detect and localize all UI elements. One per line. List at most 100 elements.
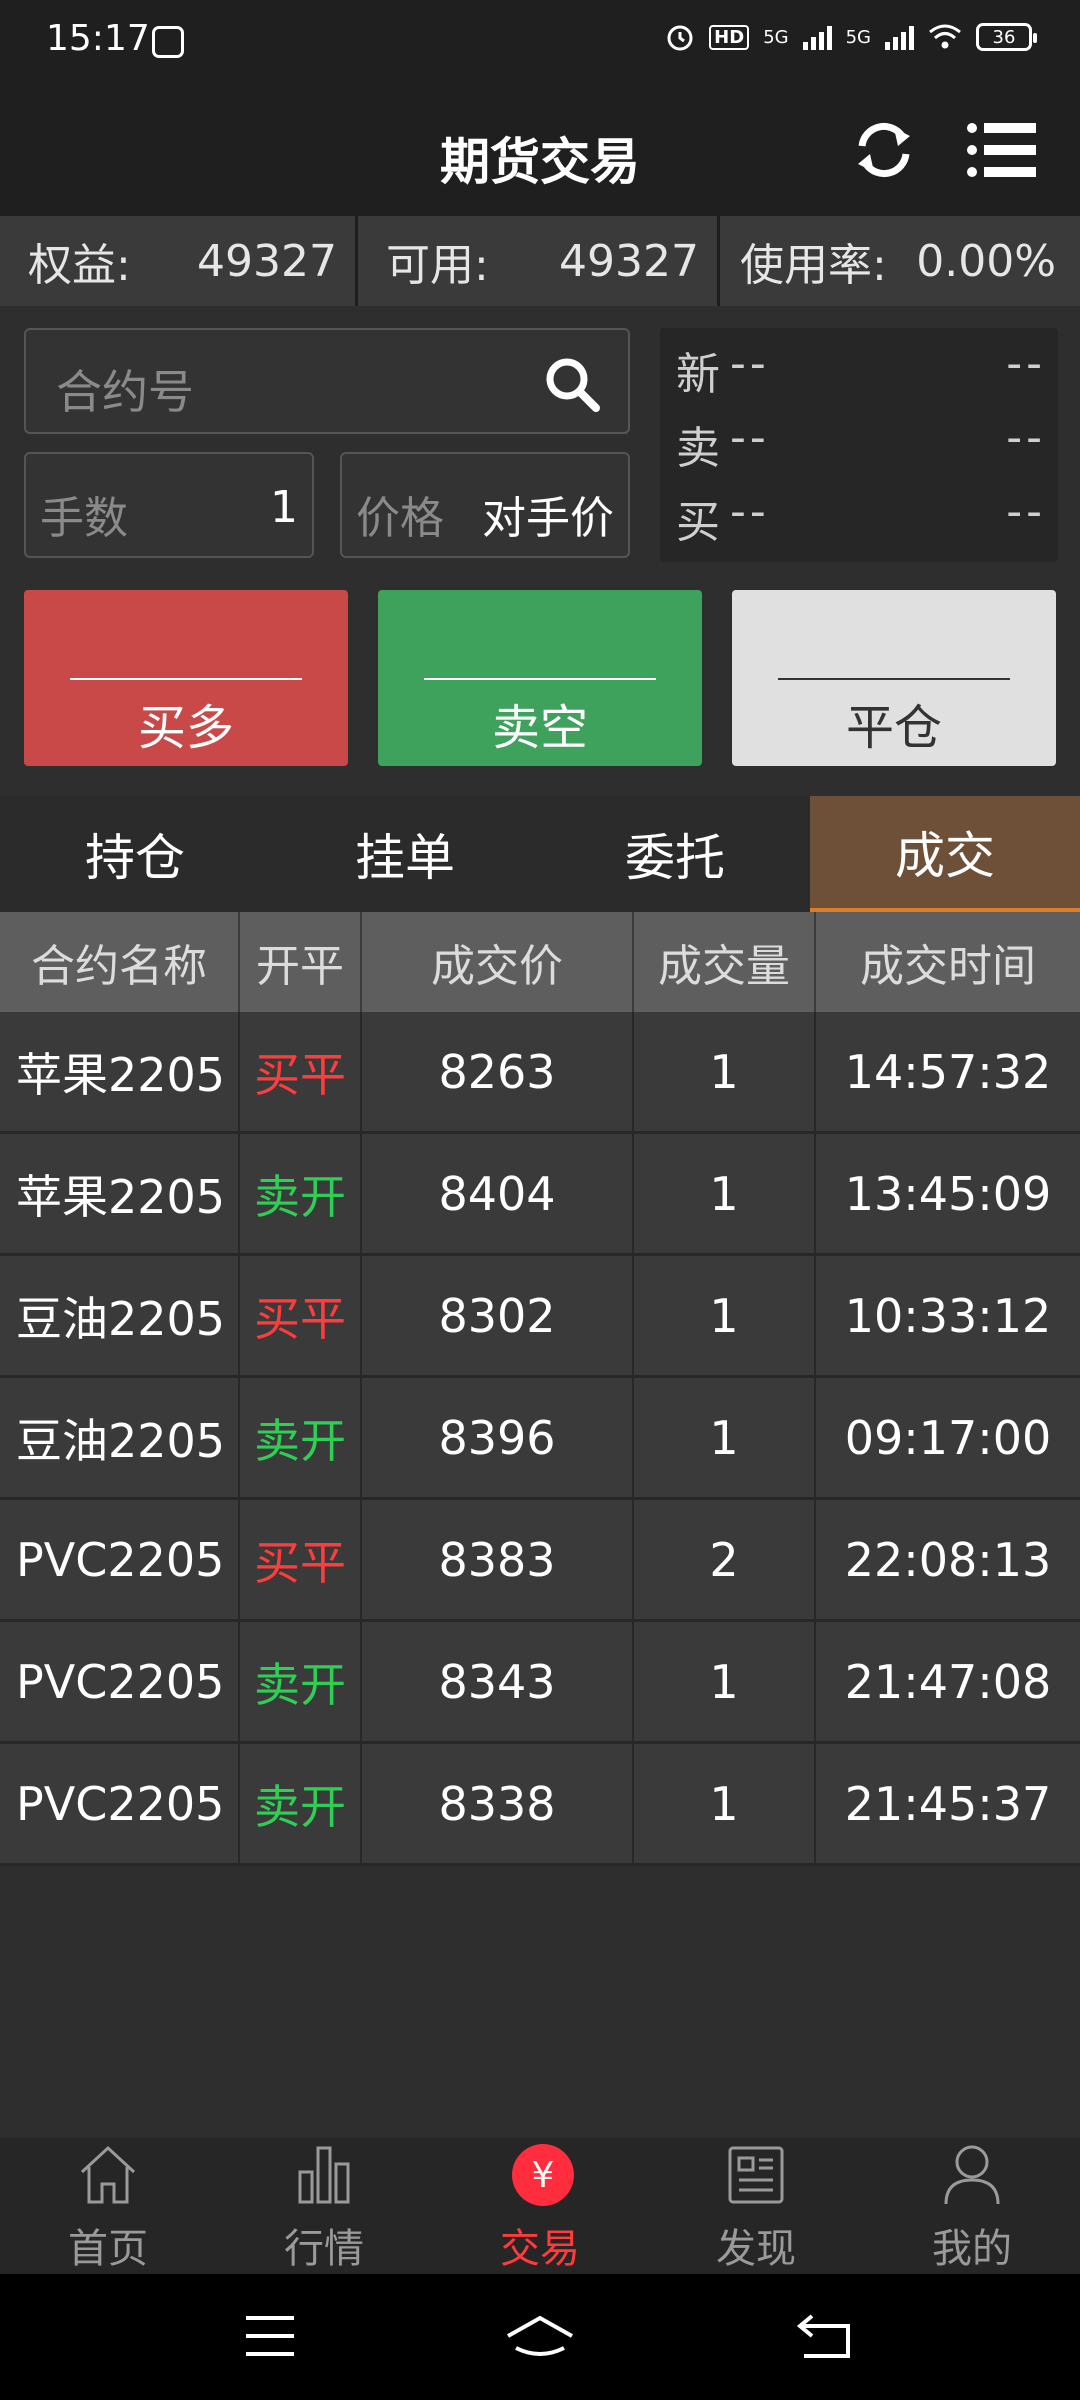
- trade-price-cell: 8338: [362, 1744, 634, 1863]
- sell-short-label: 卖空: [491, 700, 588, 756]
- nav-trade[interactable]: ¥ 交易: [432, 2138, 648, 2274]
- trade-volume-cell: 2: [634, 1500, 816, 1619]
- open-close-cell: 买平: [240, 1500, 362, 1619]
- trade-time-cell: 13:45:09: [844, 1166, 1052, 1221]
- table-row[interactable]: 苹果2205 卖开 8404 1 13:45:09: [0, 1134, 1080, 1256]
- alarm-icon: [667, 25, 693, 51]
- button-divider: [778, 678, 1010, 680]
- trade-volume-cell: 1: [634, 1622, 816, 1741]
- available-label: 可用:: [386, 240, 489, 291]
- user-icon: [944, 2145, 1000, 2205]
- trade-time-cell: 22:08:13: [844, 1532, 1052, 1587]
- price-value: 对手价: [482, 493, 614, 544]
- bar-chart-icon: [298, 2146, 350, 2204]
- table-row[interactable]: 豆油2205 买平 8302 1 10:33:12: [0, 1256, 1080, 1378]
- nav-market-label: 行情: [284, 2226, 364, 2272]
- table-row[interactable]: PVC2205 卖开 8343 1 21:47:08: [0, 1622, 1080, 1744]
- quote-value: --: [730, 338, 770, 389]
- back-icon[interactable]: [796, 2312, 852, 2360]
- trade-time-cell: 09:17:00: [844, 1410, 1052, 1465]
- record-tabs: 持仓 挂单 委托 成交: [0, 796, 1080, 912]
- close-position-button[interactable]: 平仓: [732, 590, 1056, 766]
- tab-orders[interactable]: 委托: [540, 796, 810, 912]
- open-close-cell: 卖开: [240, 1744, 362, 1863]
- column-header: 合约名称: [0, 912, 240, 1012]
- quantity-value: 1: [270, 482, 298, 533]
- bottom-navigation: 首页 行情 ¥ 交易 发现 我的: [0, 2138, 1080, 2274]
- trade-time-cell: 14:57:32: [844, 1044, 1052, 1099]
- buy-long-button[interactable]: 买多: [24, 590, 348, 766]
- table-row[interactable]: PVC2205 卖开 8338 1 21:45:37: [0, 1744, 1080, 1866]
- table-row[interactable]: 苹果2205 买平 8263 1 14:57:32: [0, 1012, 1080, 1134]
- trade-time-cell: 21:47:08: [844, 1654, 1052, 1709]
- home-icon: [80, 2145, 136, 2204]
- contract-name-cell: 豆油2205: [0, 1378, 240, 1497]
- quote-row-ask: 卖 -- --: [676, 412, 1046, 482]
- column-header: 成交量: [634, 912, 816, 1012]
- table-row[interactable]: 豆油2205 卖开 8396 1 09:17:00: [0, 1378, 1080, 1500]
- account-summary: 权益: 49327 可用: 49327 使用率: 0.00%: [0, 216, 1080, 306]
- quote-row-bid: 买 -- --: [676, 486, 1046, 556]
- price-label: 价格: [356, 493, 444, 544]
- page-title: 期货交易: [440, 133, 640, 191]
- nav-trade-label: 交易: [500, 2226, 580, 2272]
- nav-home[interactable]: 首页: [0, 2138, 216, 2274]
- nav-discover[interactable]: 发现: [648, 2138, 864, 2274]
- trade-volume-cell: 1: [634, 1134, 816, 1253]
- contract-name-cell: PVC2205: [0, 1744, 240, 1863]
- quantity-label: 手数: [40, 493, 128, 544]
- nav-market[interactable]: 行情: [216, 2138, 432, 2274]
- column-header: 成交时间: [860, 941, 1036, 992]
- home-button-icon[interactable]: [504, 2312, 576, 2360]
- recent-apps-icon[interactable]: [244, 2314, 296, 2358]
- contract-name-cell: 豆油2205: [0, 1256, 240, 1375]
- trade-price-cell: 8302: [362, 1256, 634, 1375]
- tab-trades[interactable]: 成交: [810, 796, 1080, 912]
- news-icon: [728, 2146, 784, 2204]
- trade-time-cell: 10:33:12: [844, 1288, 1052, 1343]
- quote-change: --: [1006, 338, 1046, 389]
- tab-positions[interactable]: 持仓: [0, 796, 270, 912]
- table-row[interactable]: PVC2205 买平 8383 2 22:08:13: [0, 1500, 1080, 1622]
- contract-name-cell: 苹果2205: [0, 1134, 240, 1253]
- menu-list-icon[interactable]: [966, 120, 1036, 180]
- contract-input[interactable]: 合约号: [24, 328, 630, 434]
- button-divider: [70, 678, 302, 680]
- app-header: 期货交易: [0, 84, 1080, 216]
- trade-price-cell: 8383: [362, 1500, 634, 1619]
- system-navigation-bar: [0, 2274, 1080, 2400]
- nav-me[interactable]: 我的: [864, 2138, 1080, 2274]
- trade-price-cell: 8263: [362, 1012, 634, 1131]
- available-value: 49327: [559, 235, 699, 287]
- search-icon[interactable]: [542, 354, 602, 414]
- quantity-input[interactable]: 手数 1: [24, 452, 314, 558]
- status-icons: HD 5G 5G 36: [665, 22, 1037, 52]
- price-input[interactable]: 价格 对手价: [340, 452, 630, 558]
- refresh-icon[interactable]: [850, 116, 918, 184]
- quote-label: 新: [676, 349, 720, 400]
- quote-value: --: [730, 486, 770, 537]
- battery-level: 36: [992, 26, 1016, 48]
- trade-volume-cell: 1: [634, 1012, 816, 1131]
- equity-value: 49327: [197, 235, 337, 287]
- open-close-cell: 卖开: [240, 1134, 362, 1253]
- network-label-2: 5G: [845, 26, 871, 48]
- signal-icon-2: [885, 24, 914, 50]
- status-bar: 15:17 HD 5G 5G 36: [0, 0, 1080, 84]
- open-close-cell: 买平: [240, 1256, 362, 1375]
- trades-table-body: 苹果2205 买平 8263 1 14:57:32 苹果2205 卖开 8404 1 13:45:…: [0, 1012, 1080, 1866]
- contract-name-cell: PVC2205: [0, 1500, 240, 1619]
- hd-icon: HD: [709, 24, 750, 50]
- nav-home-label: 首页: [68, 2226, 148, 2272]
- trades-table-header: 合约名称 开平 成交价 成交量 成交时间: [0, 912, 1080, 1012]
- close-position-label: 平仓: [845, 700, 942, 756]
- yuan-icon: ¥: [512, 2144, 574, 2206]
- trade-volume-cell: 1: [634, 1744, 816, 1863]
- button-divider: [424, 678, 656, 680]
- trade-time-cell: 21:45:37: [844, 1776, 1052, 1831]
- signal-icon-1: [802, 24, 832, 50]
- sell-short-button[interactable]: 卖空: [378, 590, 702, 766]
- open-close-cell: 卖开: [240, 1622, 362, 1741]
- tab-pending[interactable]: 挂单: [270, 796, 540, 912]
- quote-row-last: 新 -- --: [676, 338, 1046, 408]
